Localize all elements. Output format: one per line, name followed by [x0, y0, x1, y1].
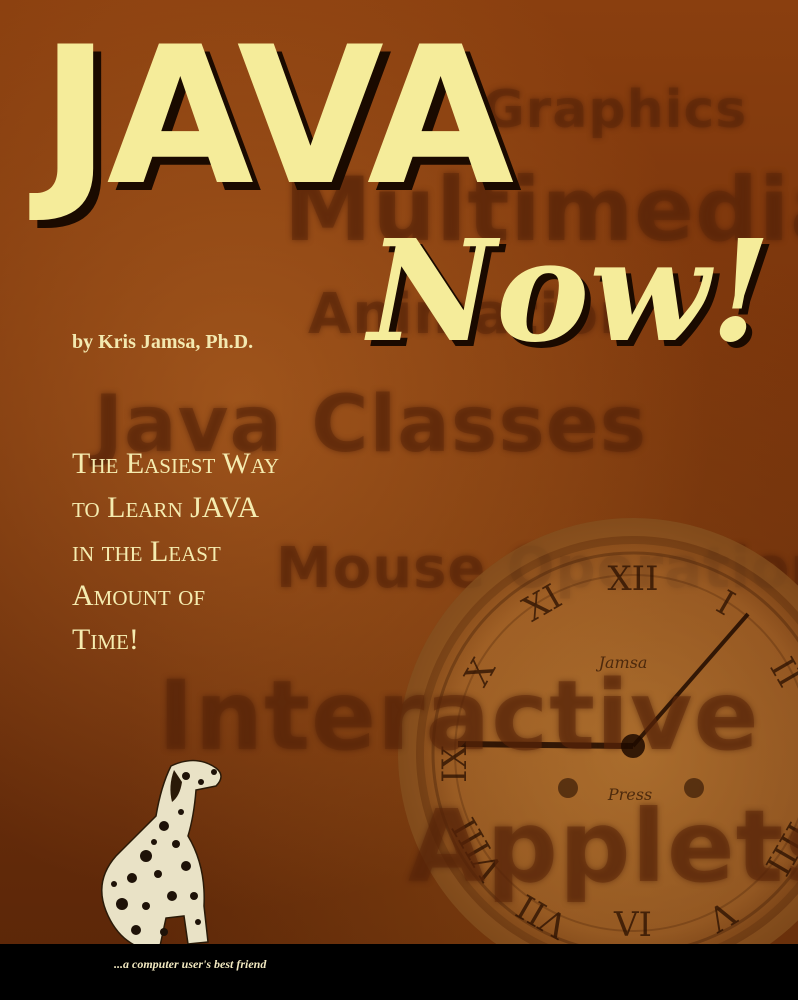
title-java: JAVA — [40, 6, 514, 227]
footer-tagline: ...a computer user's best friend — [114, 957, 267, 971]
tagline-line-1: The Easiest Way — [72, 447, 279, 480]
tagline-line-3: in the Least — [72, 535, 221, 568]
author-line: by Kris Jamsa, Ph.D. — [72, 331, 254, 353]
tagline-line-5: Time! — [72, 623, 139, 656]
tagline-line-4: Amount of — [72, 579, 206, 612]
clock-numeral-ii: II — [761, 651, 798, 694]
tagline: The Easiest Way to Learn JAVA in the Lea… — [72, 442, 279, 662]
book-cover: Graphics Multimedia Animation Java Class… — [0, 0, 798, 1000]
bg-word-graphics: Graphics — [482, 80, 748, 140]
bg-word-applets: Applets — [408, 788, 798, 905]
clock-numeral-xii: XII — [607, 559, 658, 599]
clock-numeral-iii: III — [794, 744, 798, 784]
dalmatian-dog-image — [101, 759, 222, 947]
title-now: Now! — [368, 210, 772, 374]
clock-numeral-i: I — [710, 583, 742, 624]
clock-numeral-vi: VI — [613, 905, 652, 945]
footer-bar — [0, 944, 798, 1000]
bg-word-interactive: Interactive — [158, 660, 760, 772]
tagline-line-2: to Learn JAVA — [72, 491, 260, 524]
